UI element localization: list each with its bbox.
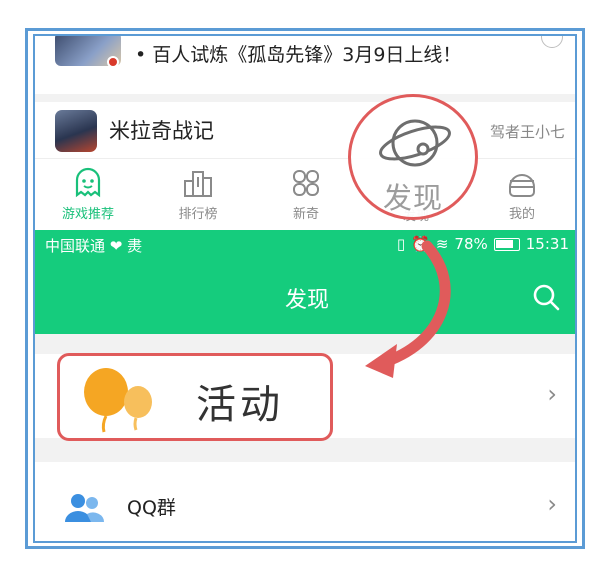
battery-icon	[493, 237, 520, 251]
clock: 15:31	[525, 235, 569, 253]
profile-icon	[509, 174, 535, 197]
qq-group-label: QQ群	[127, 497, 176, 519]
chevron-right-icon: ›	[547, 380, 557, 408]
screenshot-frame: • 百人试炼《孤岛先锋》3月9日上线！ 米拉奇战记 驾者王小七 游戏推荐 排行榜	[33, 34, 577, 543]
activity-highlight[interactable]: 活动	[57, 353, 333, 441]
tab-game-recommend[interactable]: 游戏推荐	[43, 165, 133, 222]
grid-icon	[293, 170, 319, 196]
balloon-icon	[84, 368, 152, 433]
notice-text: • 百人试炼《孤岛先锋》3月9日上线！	[135, 44, 462, 66]
tab-mine[interactable]: 我的	[477, 165, 567, 222]
notice-badge-icon	[107, 56, 119, 68]
page-title: 发现	[284, 288, 329, 313]
tab-novelty[interactable]: 新奇	[261, 165, 351, 222]
zoom-label: 发现	[382, 181, 443, 215]
title-bar: 发现	[35, 260, 575, 334]
notice-banner[interactable]: • 百人试炼《孤岛先锋》3月9日上线！	[35, 36, 575, 94]
planet-icon	[379, 119, 451, 167]
list-item-qq-group[interactable]: QQ群 ›	[35, 462, 575, 541]
zoom-callout: 发现	[348, 94, 478, 220]
tab-label: 新奇	[292, 207, 319, 222]
tab-label: 排行榜	[178, 207, 218, 222]
game-header[interactable]: 米拉奇战记 驾者王小七	[35, 102, 575, 158]
status-bar: 中国联通 ❤ 㶳 ▯ ⏰ ≋ 78% 15:31	[35, 230, 575, 260]
chevron-right-icon: ›	[547, 490, 557, 518]
ghost-icon	[75, 167, 101, 198]
arrow-icon	[365, 240, 451, 378]
divider	[35, 94, 575, 102]
game-title: 米拉奇战记	[109, 119, 214, 143]
activity-label: 活动	[196, 382, 284, 428]
tab-ranking[interactable]: 排行榜	[153, 165, 243, 222]
bottom-tab-bar: 游戏推荐 排行榜 新奇 发现	[35, 158, 575, 230]
close-icon[interactable]	[541, 36, 563, 48]
tab-label: 我的	[508, 207, 535, 222]
game-extra-text: 驾者王小七	[489, 123, 565, 141]
search-icon[interactable]	[531, 282, 561, 312]
carrier-text: 中国联通 ❤ 㶳	[45, 237, 143, 255]
ranking-icon	[184, 171, 212, 197]
game-icon	[55, 110, 97, 152]
tab-label: 游戏推荐	[61, 207, 114, 222]
group-icon	[65, 494, 105, 522]
